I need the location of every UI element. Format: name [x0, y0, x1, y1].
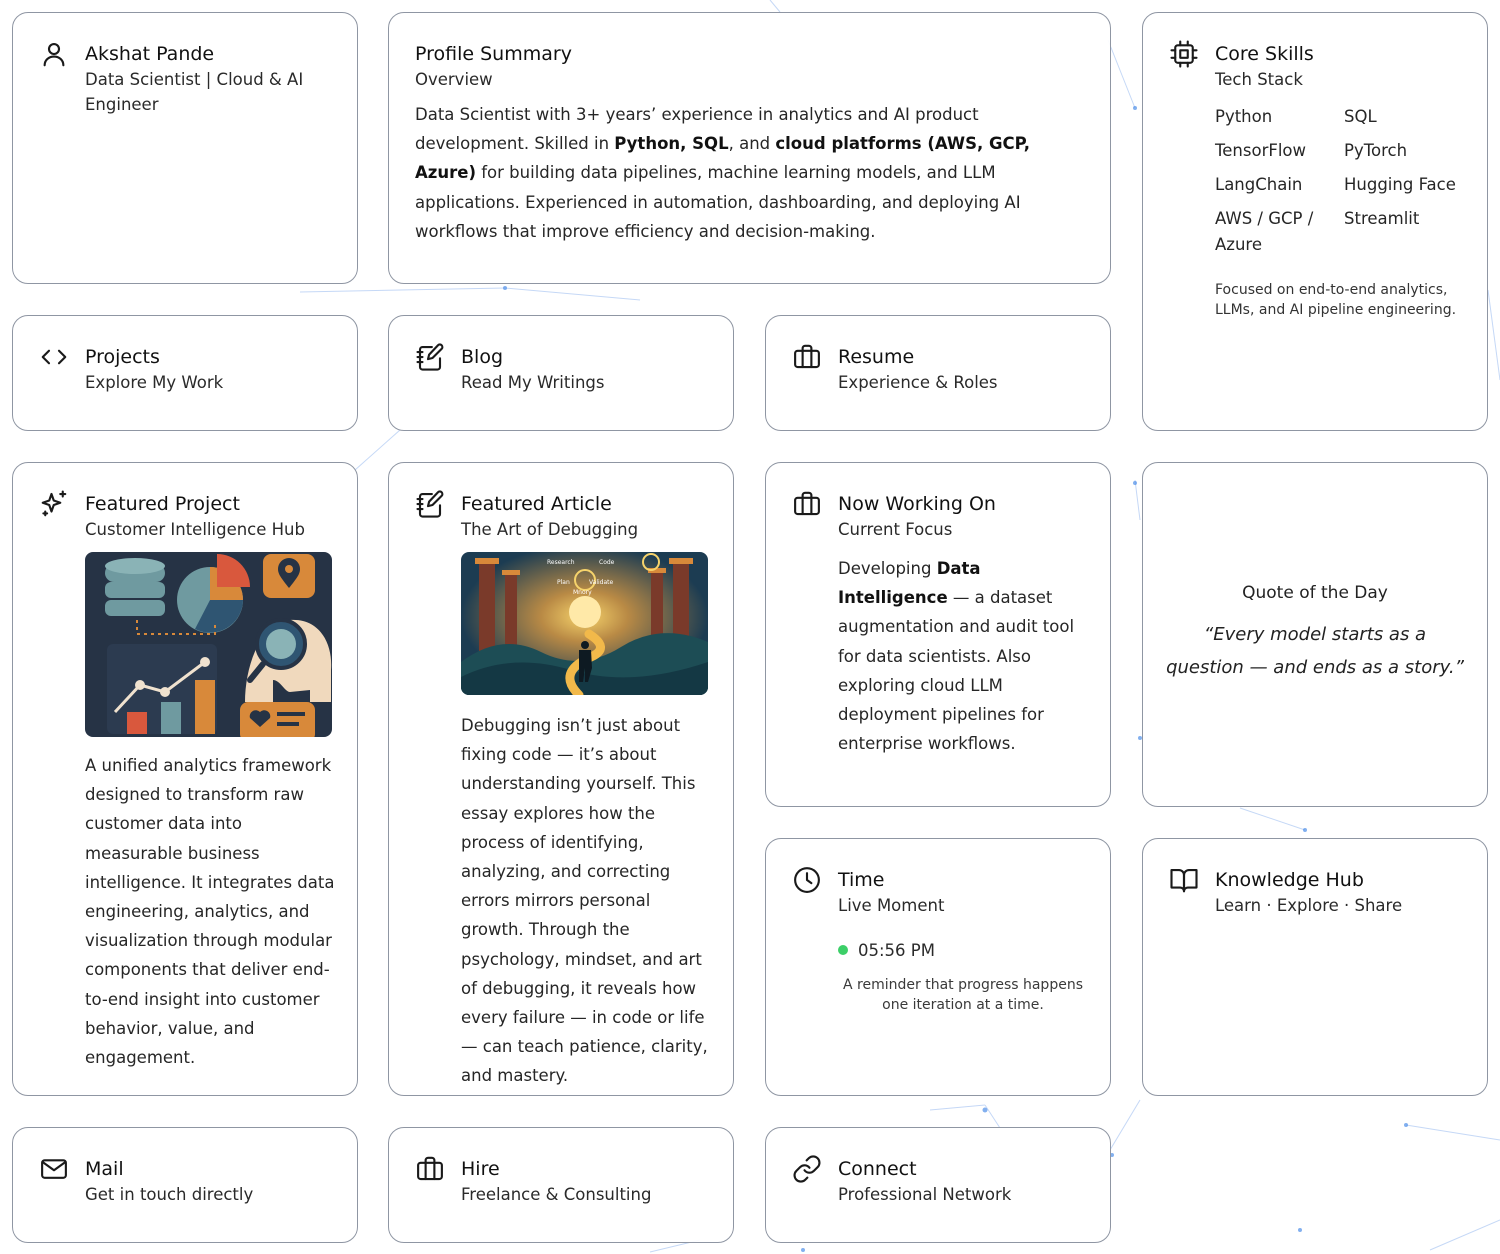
skill-item: LangChain [1215, 175, 1303, 194]
skill-item: Streamlit [1344, 209, 1420, 228]
skills-card: Core Skills Tech Stack Python SQL Tensor… [1142, 12, 1488, 431]
live-clock: 05:56 PM [838, 938, 1090, 963]
notebook-pen-icon [415, 342, 445, 372]
featured-project-title: Featured Project [85, 493, 240, 515]
clock-icon [792, 865, 822, 895]
notebook-pen-icon [415, 489, 445, 519]
mail-icon [39, 1154, 69, 1184]
image-label: Code [599, 559, 615, 566]
skills-note: Focused on end-to-end analytics, LLMs, a… [1215, 282, 1457, 318]
featured-project-card[interactable]: Featured Project Customer Intelligence H… [12, 462, 358, 1096]
skill-item: Python [1215, 107, 1273, 126]
profile-card: Akshat Pande Data Scientist | Cloud & AI… [12, 12, 358, 284]
hire-link[interactable]: Hire Freelance & Consulting [388, 1127, 734, 1243]
blog-link[interactable]: Blog Read My Writings [388, 315, 734, 431]
featured-project-image [85, 552, 332, 737]
projects-title: Projects [85, 346, 160, 368]
time-card: Time Live Moment 05:56 PM A reminder tha… [765, 838, 1111, 1096]
image-label: Validate [589, 579, 613, 586]
now-working-card: Now Working On Current Focus Developing … [765, 462, 1111, 807]
quote-title: Quote of the Day [1242, 583, 1388, 603]
summary-subtitle: Overview [415, 70, 493, 89]
featured-project-description: A unified analytics framework designed t… [85, 756, 335, 1068]
knowledge-hub-link[interactable]: Knowledge Hub Learn · Explore · Share [1142, 838, 1488, 1096]
now-working-subtitle: Current Focus [838, 520, 953, 539]
time-note: A reminder that progress happens one ite… [843, 977, 1083, 1013]
quote-card: Quote of the Day “Every model starts as … [1142, 462, 1488, 807]
featured-article-description: Debugging isn’t just about fixing code —… [461, 716, 708, 1086]
featured-article-title: Featured Article [461, 493, 612, 515]
resume-title: Resume [838, 346, 915, 368]
resume-subtitle: Experience & Roles [838, 373, 998, 392]
image-label: Research [547, 559, 575, 566]
hire-subtitle: Freelance & Consulting [461, 1185, 652, 1204]
connect-subtitle: Professional Network [838, 1185, 1012, 1204]
projects-link[interactable]: Projects Explore My Work [12, 315, 358, 431]
chip-icon [1169, 39, 1199, 69]
now-working-title: Now Working On [838, 493, 996, 515]
connect-link[interactable]: Connect Professional Network [765, 1127, 1111, 1243]
profile-role: Data Scientist | Cloud & AI Engineer [85, 70, 304, 114]
skills-title: Core Skills [1215, 43, 1314, 65]
resume-link[interactable]: Resume Experience & Roles [765, 315, 1111, 431]
featured-project-subtitle: Customer Intelligence Hub [85, 520, 305, 539]
knowledge-hub-subtitle: Learn · Explore · Share [1215, 896, 1403, 915]
link-icon [792, 1154, 822, 1184]
projects-subtitle: Explore My Work [85, 373, 224, 392]
skill-item: PyTorch [1344, 141, 1408, 160]
summary-title: Profile Summary [415, 43, 572, 65]
quote-text: “Every model starts as a question — and … [1166, 624, 1464, 678]
connect-title: Connect [838, 1158, 917, 1180]
skill-item: SQL [1344, 107, 1377, 126]
book-open-icon [1169, 865, 1199, 895]
mail-subtitle: Get in touch directly [85, 1185, 254, 1204]
image-label: Mnory [573, 589, 592, 596]
profile-name: Akshat Pande [85, 43, 215, 65]
summary-card: Profile Summary Overview Data Scientist … [388, 12, 1111, 284]
briefcase-icon [792, 489, 822, 519]
sparkles-icon [39, 489, 69, 519]
mail-title: Mail [85, 1158, 124, 1180]
skill-item: Hugging Face [1344, 175, 1456, 194]
blog-subtitle: Read My Writings [461, 373, 605, 392]
featured-article-subtitle: The Art of Debugging [461, 520, 639, 539]
hire-title: Hire [461, 1158, 500, 1180]
code-icon [39, 342, 69, 372]
featured-article-card[interactable]: Featured Article The Art of Debugging Re… [388, 462, 734, 1096]
skills-subtitle: Tech Stack [1215, 70, 1303, 89]
knowledge-hub-title: Knowledge Hub [1215, 869, 1364, 891]
featured-article-image: Research Code Plan Validate Mnory [461, 552, 708, 695]
skill-item: TensorFlow [1215, 141, 1307, 160]
mail-link[interactable]: Mail Get in touch directly [12, 1127, 358, 1243]
summary-text: Data Scientist with 3+ years’ experience… [415, 105, 1030, 241]
time-subtitle: Live Moment [838, 896, 945, 915]
user-icon [39, 39, 69, 69]
briefcase-icon [415, 1154, 445, 1184]
skill-item: AWS / GCP / Azure [1215, 209, 1314, 254]
skills-list: Python SQL TensorFlow PyTorch LangChain … [1215, 104, 1467, 258]
status-dot [838, 945, 848, 955]
blog-title: Blog [461, 346, 503, 368]
image-label: Plan [557, 579, 570, 586]
time-title: Time [838, 869, 885, 891]
now-working-text: Developing Data Intelligence — a dataset… [838, 559, 1075, 754]
briefcase-icon [792, 342, 822, 372]
